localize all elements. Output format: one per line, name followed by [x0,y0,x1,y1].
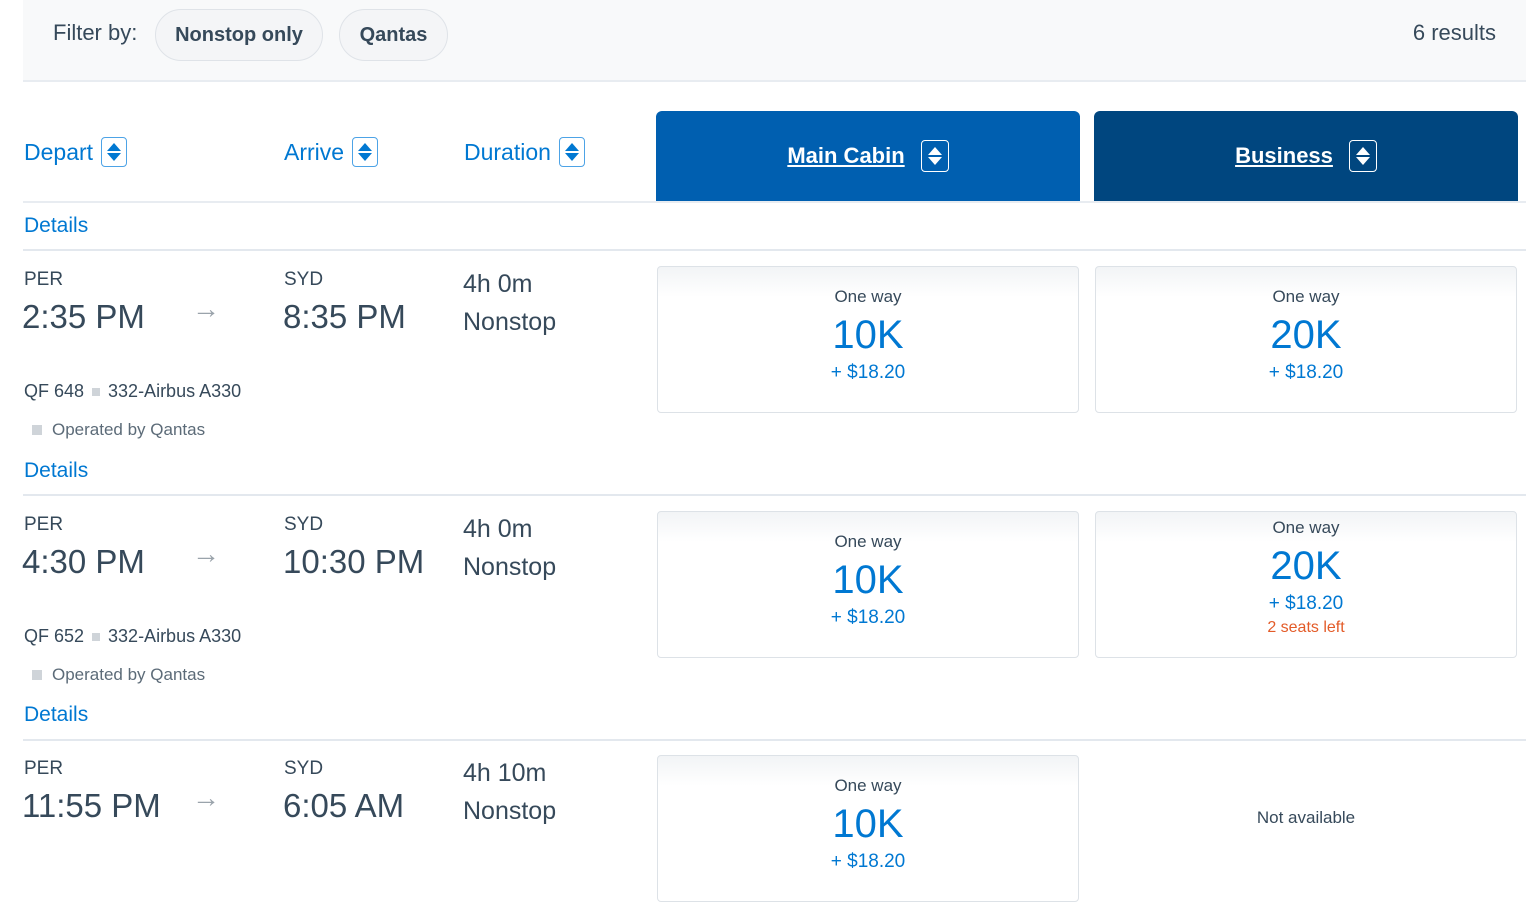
filter-bar: Filter by: Nonstop only Qantas 6 results [23,0,1526,82]
divider [23,249,1526,251]
operated-by-text: Operated by Qantas [52,665,205,685]
filter-chip-qantas[interactable]: Qantas [339,9,448,61]
fare-cash: + $18.20 [658,362,1078,384]
duration-header-label: Duration [464,139,551,166]
main-cabin-fare[interactable]: One way 10K + $18.20 [657,266,1079,413]
fare-cash: + $18.20 [1096,362,1516,384]
aircraft: 332-Airbus A330 [108,626,241,647]
origin-code: PER [24,758,63,780]
arrow-right-icon: → [192,538,220,570]
arrive-time: 10:30 PM [283,543,424,581]
separator-icon [92,388,100,396]
main-cabin-fare[interactable]: One way 10K + $18.20 [657,755,1079,902]
fare-miles: 10K [658,558,1078,603]
sort-icon[interactable] [921,140,949,172]
duration: 4h 0m [463,265,556,303]
origin-code: PER [24,269,63,291]
stops: Nonstop [463,792,556,830]
business-fare[interactable]: One way 20K + $18.20 [1095,266,1517,413]
details-link[interactable]: Details [24,703,88,727]
arrive-time: 8:35 PM [283,298,406,336]
depart-time: 11:55 PM [22,787,161,825]
duration-block: 4h 10m Nonstop [463,754,556,830]
depart-time: 2:35 PM [22,298,145,336]
results-count: 6 results [1413,20,1496,46]
arrive-header-label: Arrive [284,139,344,166]
separator-icon [92,633,100,641]
business-not-available: Not available [1095,808,1517,828]
depart-time: 4:30 PM [22,543,145,581]
origin-code: PER [24,514,63,536]
main-cabin-fare[interactable]: One way 10K + $18.20 [657,511,1079,658]
main-cabin-label[interactable]: Main Cabin [787,143,904,169]
operated-by-text: Operated by Qantas [52,420,205,440]
column-header-row: Depart Arrive Duration Main Cabin Busine… [23,111,1526,203]
details-link[interactable]: Details [24,214,88,238]
aircraft: 332-Airbus A330 [108,381,241,402]
destination-code: SYD [284,269,323,291]
sort-duration[interactable]: Duration [464,137,585,167]
arrow-right-icon: → [192,782,220,814]
details-link[interactable]: Details [24,459,88,483]
stops: Nonstop [463,303,556,341]
sort-icon[interactable] [559,137,585,167]
divider [23,494,1526,496]
sort-icon[interactable] [1349,140,1377,172]
duration: 4h 10m [463,754,556,792]
operator-icon [32,425,42,435]
main-cabin-column-header[interactable]: Main Cabin [656,111,1080,201]
duration: 4h 0m [463,510,556,548]
sort-icon[interactable] [352,137,378,167]
fare-type: One way [1096,518,1516,538]
filter-chip-nonstop[interactable]: Nonstop only [155,9,323,61]
business-label[interactable]: Business [1235,143,1333,169]
stops: Nonstop [463,548,556,586]
depart-header-label: Depart [24,139,93,166]
arrow-right-icon: → [192,293,220,325]
fare-type: One way [658,776,1078,796]
fare-type: One way [658,532,1078,552]
divider [23,739,1526,741]
filter-label: Filter by: [53,20,137,46]
business-fare[interactable]: One way 20K + $18.20 2 seats left [1095,511,1517,658]
duration-block: 4h 0m Nonstop [463,510,556,586]
sort-arrive[interactable]: Arrive [284,137,378,167]
destination-code: SYD [284,758,323,780]
fare-miles: 10K [658,313,1078,358]
fare-type: One way [1096,287,1516,307]
flight-number: QF 652 [24,626,84,647]
fare-cash: + $18.20 [1096,593,1516,615]
fare-cash: + $18.20 [658,607,1078,629]
fare-type: One way [658,287,1078,307]
duration-block: 4h 0m Nonstop [463,265,556,341]
fare-cash: + $18.20 [658,851,1078,873]
operated-by: Operated by Qantas [32,420,205,440]
fare-miles: 20K [1096,313,1516,358]
flight-info: QF 648 332-Airbus A330 [24,381,241,402]
sort-icon[interactable] [101,137,127,167]
fare-miles: 10K [658,802,1078,847]
operator-icon [32,670,42,680]
sort-depart[interactable]: Depart [24,137,127,167]
arrive-time: 6:05 AM [283,787,404,825]
business-column-header[interactable]: Business [1094,111,1518,201]
fare-miles: 20K [1096,544,1516,589]
seats-left-warning: 2 seats left [1096,619,1516,637]
flight-info: QF 652 332-Airbus A330 [24,626,241,647]
flight-number: QF 648 [24,381,84,402]
destination-code: SYD [284,514,323,536]
operated-by: Operated by Qantas [32,665,205,685]
